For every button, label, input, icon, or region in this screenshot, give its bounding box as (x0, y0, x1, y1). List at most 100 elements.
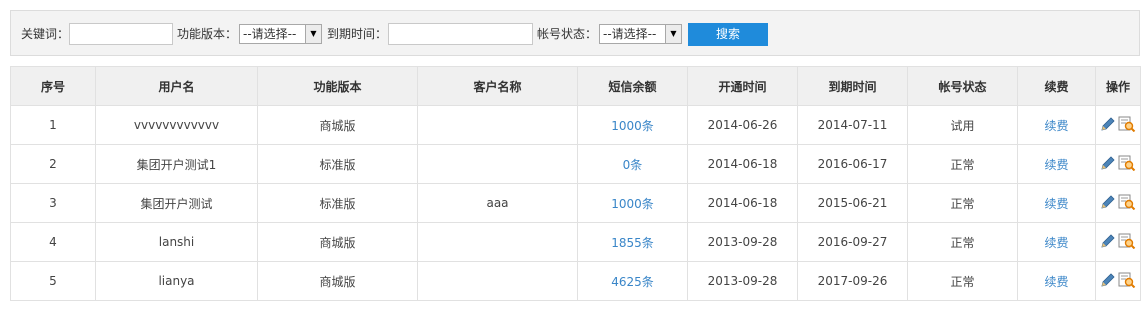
keyword-input[interactable] (69, 23, 173, 45)
cell-sms: 1000条 (577, 105, 688, 145)
cell-open-date: 2014-06-26 (687, 105, 798, 145)
table-row: 5 lianya 商城版 4625条 2013-09-28 2017-09-26 正常 续费 (10, 261, 1141, 301)
cell-no: 2 (10, 144, 96, 184)
cell-no: 4 (10, 222, 96, 262)
table-header-row: 序号 用户名 功能版本 客户名称 短信余额 开通时间 到期时间 帐号状态 续费 … (10, 66, 1141, 106)
search-button[interactable]: 搜索 (688, 23, 768, 46)
cell-no: 5 (10, 261, 96, 301)
cell-username: lianya (95, 261, 258, 301)
filter-bar: 关键词： 功能版本： --请选择-- ▼ 到期时间： 帐号状态： --请选择--… (10, 10, 1140, 56)
cell-status: 正常 (907, 144, 1018, 184)
cell-username: 集团开户测试1 (95, 144, 258, 184)
status-select-value: --请选择-- (603, 27, 657, 41)
header-renew: 续费 (1017, 66, 1096, 106)
cell-open-date: 2013-09-28 (687, 222, 798, 262)
cell-version: 商城版 (257, 222, 418, 262)
version-label: 功能版本： (177, 27, 238, 41)
cell-version: 标准版 (257, 144, 418, 184)
renew-link[interactable]: 续费 (1044, 275, 1068, 289)
cell-expire-date: 2014-07-11 (797, 105, 908, 145)
cell-status: 正常 (907, 183, 1018, 223)
sms-balance-link[interactable]: 1855条 (611, 236, 654, 250)
cell-actions (1095, 222, 1141, 262)
edit-icon[interactable] (1100, 272, 1116, 288)
header-status: 帐号状态 (907, 66, 1018, 106)
cell-username: lanshi (95, 222, 258, 262)
cell-status: 正常 (907, 222, 1018, 262)
view-details-icon[interactable] (1118, 116, 1136, 132)
renew-link[interactable]: 续费 (1044, 119, 1068, 133)
cell-renew: 续费 (1017, 105, 1096, 145)
cell-status: 正常 (907, 261, 1018, 301)
renew-link[interactable]: 续费 (1044, 197, 1068, 211)
sms-balance-link[interactable]: 4625条 (611, 275, 654, 289)
cell-version: 商城版 (257, 261, 418, 301)
header-version: 功能版本 (257, 66, 418, 106)
expire-label: 到期时间： (327, 27, 388, 41)
cell-expire-date: 2017-09-26 (797, 261, 908, 301)
status-select[interactable]: --请选择-- ▼ (599, 24, 682, 44)
cell-renew: 续费 (1017, 144, 1096, 184)
renew-link[interactable]: 续费 (1044, 236, 1068, 250)
sms-balance-link[interactable]: 1000条 (611, 119, 654, 133)
cell-username: vvvvvvvvvvvv (95, 105, 258, 145)
header-no: 序号 (10, 66, 96, 106)
cell-actions (1095, 105, 1141, 145)
cell-open-date: 2013-09-28 (687, 261, 798, 301)
accounts-table: 序号 用户名 功能版本 客户名称 短信余额 开通时间 到期时间 帐号状态 续费 … (10, 66, 1141, 301)
cell-no: 3 (10, 183, 96, 223)
table-row: 4 lanshi 商城版 1855条 2013-09-28 2016-09-27 正常 续费 (10, 222, 1141, 262)
header-customer: 客户名称 (417, 66, 578, 106)
cell-version: 标准版 (257, 183, 418, 223)
chevron-down-icon: ▼ (305, 25, 321, 43)
edit-icon[interactable] (1100, 155, 1116, 171)
version-select-value: --请选择-- (243, 27, 297, 41)
renew-link[interactable]: 续费 (1044, 158, 1068, 172)
status-label: 帐号状态： (537, 27, 598, 41)
view-details-icon[interactable] (1118, 194, 1136, 210)
cell-actions (1095, 183, 1141, 223)
cell-renew: 续费 (1017, 183, 1096, 223)
chevron-down-icon: ▼ (665, 25, 681, 43)
header-username: 用户名 (95, 66, 258, 106)
view-details-icon[interactable] (1118, 155, 1136, 171)
expire-input[interactable] (388, 23, 533, 45)
cell-actions (1095, 261, 1141, 301)
view-details-icon[interactable] (1118, 233, 1136, 249)
cell-open-date: 2014-06-18 (687, 144, 798, 184)
cell-customer (417, 105, 578, 145)
cell-expire-date: 2016-09-27 (797, 222, 908, 262)
keyword-label: 关键词： (21, 27, 70, 41)
cell-sms: 1000条 (577, 183, 688, 223)
cell-customer (417, 144, 578, 184)
version-select[interactable]: --请选择-- ▼ (239, 24, 322, 44)
cell-no: 1 (10, 105, 96, 145)
cell-status: 试用 (907, 105, 1018, 145)
cell-renew: 续费 (1017, 222, 1096, 262)
view-details-icon[interactable] (1118, 272, 1136, 288)
cell-sms: 0条 (577, 144, 688, 184)
edit-icon[interactable] (1100, 194, 1116, 210)
header-expire-date: 到期时间 (797, 66, 908, 106)
edit-icon[interactable] (1100, 116, 1116, 132)
cell-customer (417, 222, 578, 262)
cell-sms: 4625条 (577, 261, 688, 301)
cell-expire-date: 2016-06-17 (797, 144, 908, 184)
table-row: 2 集团开户测试1 标准版 0条 2014-06-18 2016-06-17 正常 续费 (10, 144, 1141, 184)
table-row: 1 vvvvvvvvvvvv 商城版 1000条 2014-06-26 2014-07-1… (10, 105, 1141, 145)
table-row: 3 集团开户测试 标准版 aaa 1000条 2014-06-18 2015-06-21 正常… (10, 183, 1141, 223)
header-sms: 短信余额 (577, 66, 688, 106)
header-open-date: 开通时间 (687, 66, 798, 106)
cell-version: 商城版 (257, 105, 418, 145)
cell-sms: 1855条 (577, 222, 688, 262)
cell-username: 集团开户测试 (95, 183, 258, 223)
header-actions: 操作 (1095, 66, 1141, 106)
cell-renew: 续费 (1017, 261, 1096, 301)
cell-customer (417, 261, 578, 301)
cell-open-date: 2014-06-18 (687, 183, 798, 223)
cell-expire-date: 2015-06-21 (797, 183, 908, 223)
cell-customer: aaa (417, 183, 578, 223)
sms-balance-link[interactable]: 1000条 (611, 197, 654, 211)
edit-icon[interactable] (1100, 233, 1116, 249)
sms-balance-link[interactable]: 0条 (623, 158, 643, 172)
